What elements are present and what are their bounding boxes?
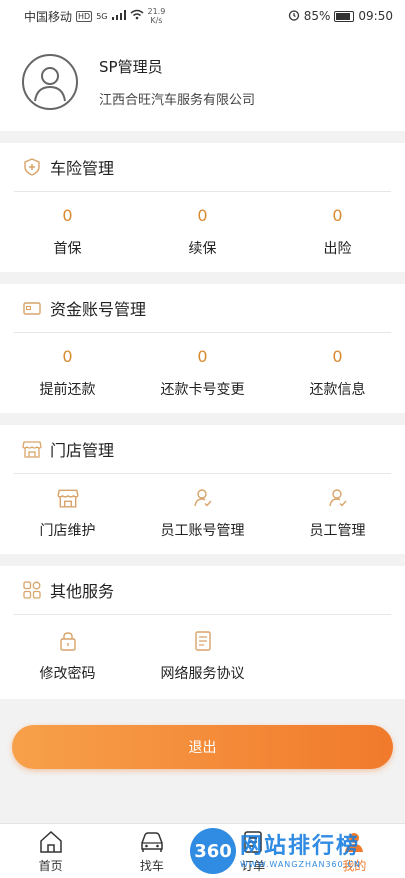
section-header: 资金账号管理 (14, 284, 391, 333)
count-value: 0 (332, 206, 343, 225)
other-section: 其他服务 修改密码 网络服务协议 (0, 566, 405, 699)
insurance-renewal[interactable]: 0 续保 (135, 192, 270, 272)
store-icon (22, 439, 42, 459)
watermark-logo: 360 网站排行榜 WWW.WANGZHAN360.CN (190, 826, 400, 876)
person-icon (34, 66, 66, 101)
item-label: 出险 (323, 241, 352, 257)
item-label: 提前还款 (39, 382, 96, 398)
tab-label: 找车 (139, 858, 164, 873)
item-label: 员工管理 (309, 523, 366, 539)
section-title: 资金账号管理 (50, 300, 147, 319)
user-check-icon (193, 488, 213, 508)
section-header: 门店管理 (14, 425, 391, 474)
battery-percent: 85% (303, 9, 331, 23)
item-label: 网络服务协议 (160, 666, 245, 682)
tab-label: 首页 (38, 858, 63, 873)
item-label: 员工账号管理 (160, 523, 245, 539)
watermark-360-badge: 360 (190, 828, 236, 874)
status-bar: 中国移动 HD 5G 21.9 K/s 85% 09:50 (0, 0, 405, 32)
service-agreement[interactable]: 网络服务协议 (135, 615, 270, 699)
item-label: 首保 (53, 241, 82, 257)
section-title: 车险管理 (50, 159, 115, 178)
lock-icon (59, 631, 77, 651)
store-maintenance[interactable]: 门店维护 (0, 474, 135, 554)
net-speed: 21.9 K/s (148, 7, 166, 25)
car-icon (138, 829, 166, 855)
battery-icon (334, 10, 355, 22)
card-icon (22, 298, 42, 318)
carrier-label: 中国移动 (24, 9, 73, 24)
signal-label: 5G (96, 11, 108, 21)
section-title: 其他服务 (50, 582, 115, 601)
signal-icon (111, 9, 126, 23)
user-check-icon (328, 488, 348, 508)
change-password[interactable]: 修改密码 (0, 615, 135, 699)
repayment-info[interactable]: 0 还款信息 (270, 333, 405, 413)
section-title: 门店管理 (50, 441, 115, 460)
item-label: 还款信息 (309, 382, 366, 398)
item-label: 续保 (188, 241, 217, 257)
empty-cell (270, 615, 405, 699)
profile-name: SP管理员 (99, 57, 163, 76)
tab-find-car[interactable]: 找车 (101, 824, 202, 878)
tab-home[interactable]: 首页 (0, 824, 101, 878)
shield-plus-icon (22, 157, 42, 177)
staff-account-management[interactable]: 员工账号管理 (135, 474, 270, 554)
item-label: 修改密码 (39, 666, 96, 682)
alarm-icon (288, 9, 300, 24)
store-section: 门店管理 门店维护 员工账号管理 员工管理 (0, 425, 405, 554)
item-label: 还款卡号变更 (160, 382, 245, 398)
watermark-url: WWW.WANGZHAN360.CN (240, 859, 361, 869)
home-icon (38, 829, 64, 855)
count-value: 0 (332, 347, 343, 366)
item-label: 门店维护 (39, 523, 96, 539)
profile-card[interactable]: SP管理员 江西合旺汽车服务有限公司 (0, 32, 405, 131)
staff-management[interactable]: 员工管理 (270, 474, 405, 554)
clock-time: 09:50 (358, 9, 393, 23)
count-value: 0 (62, 206, 73, 225)
insurance-first[interactable]: 0 首保 (0, 192, 135, 272)
repayment-card-change[interactable]: 0 还款卡号变更 (135, 333, 270, 413)
early-repayment[interactable]: 0 提前还款 (0, 333, 135, 413)
count-value: 0 (197, 206, 208, 225)
store-icon (56, 488, 79, 508)
grid-apps-icon (22, 580, 42, 600)
count-value: 0 (62, 347, 73, 366)
insurance-section: 车险管理 0 首保 0 续保 0 出险 (0, 143, 405, 272)
count-value: 0 (197, 347, 208, 366)
logout-button[interactable]: 退出 (12, 725, 393, 769)
section-header: 其他服务 (14, 566, 391, 615)
funds-section: 资金账号管理 0 提前还款 0 还款卡号变更 0 还款信息 (0, 284, 405, 413)
insurance-claim[interactable]: 0 出险 (270, 192, 405, 272)
hd-badge: HD (76, 10, 93, 22)
profile-company: 江西合旺汽车服务有限公司 (99, 92, 256, 108)
wifi-icon (130, 9, 144, 23)
section-header: 车险管理 (14, 143, 391, 192)
watermark-text: 网站排行榜 (240, 833, 361, 859)
document-icon (194, 631, 212, 651)
avatar (22, 53, 78, 110)
net-speed-value: 21.9 (147, 7, 166, 16)
net-speed-unit: K/s (150, 16, 163, 25)
